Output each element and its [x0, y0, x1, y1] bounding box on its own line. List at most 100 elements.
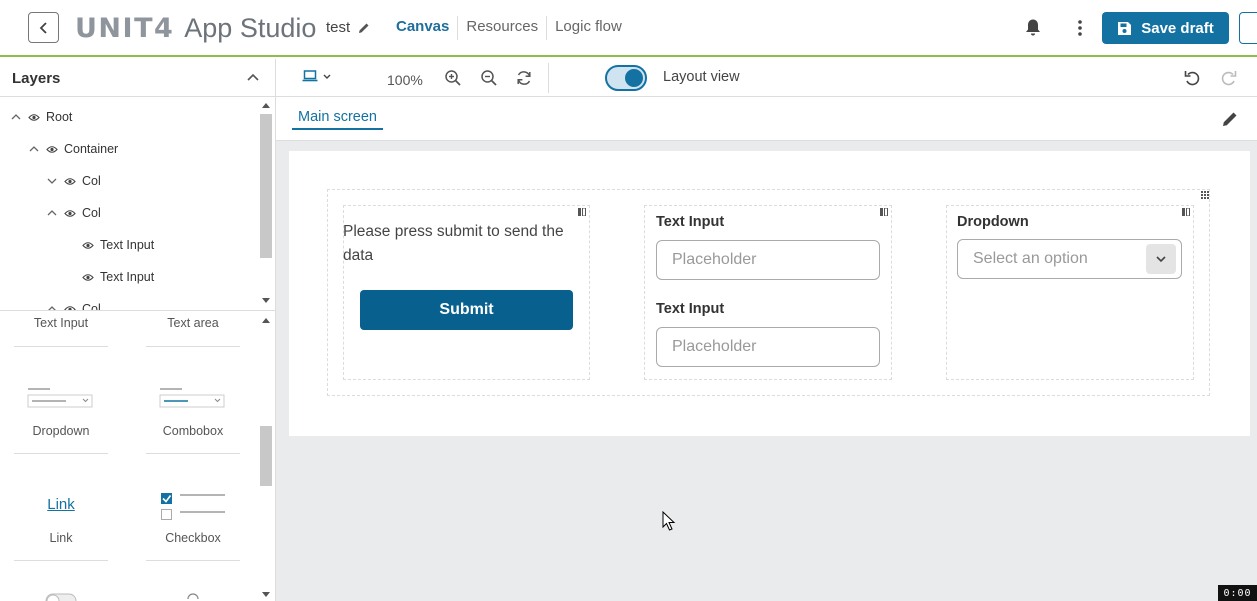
- container-row[interactable]: Please press submit to send the data Sub…: [327, 189, 1210, 396]
- scrollbar-thumb[interactable]: [260, 114, 272, 258]
- tab-canvas[interactable]: Canvas: [388, 16, 457, 40]
- tree-item-col[interactable]: Col: [46, 203, 101, 223]
- mouse-cursor-icon: [662, 511, 676, 531]
- back-button[interactable]: [28, 12, 59, 43]
- tree-item-col[interactable]: Col: [46, 299, 101, 310]
- dropdown-label: Dropdown: [957, 214, 1029, 230]
- text-input-label: Text Input: [656, 301, 725, 317]
- app-header: UNIT4 App Studio test Canvas Resources L…: [0, 0, 1257, 57]
- component-link[interactable]: Link Link: [14, 491, 108, 545]
- text-input-field[interactable]: Placeholder: [656, 327, 880, 367]
- toolbar-separator: [548, 63, 549, 93]
- component-text-input[interactable]: Text Input: [14, 316, 108, 330]
- laptop-icon: [302, 70, 318, 82]
- tab-logic-flow[interactable]: Logic flow: [546, 16, 630, 40]
- column-2[interactable]: Text Input Placeholder Text Input Placeh…: [644, 205, 892, 380]
- chevron-up-icon[interactable]: [28, 145, 40, 153]
- tree-item-label: Col: [82, 206, 101, 220]
- chevron-up-icon[interactable]: [246, 72, 260, 82]
- tree-item-col[interactable]: Col: [46, 171, 101, 191]
- screen-preview[interactable]: Please press submit to send the data Sub…: [289, 151, 1250, 436]
- bell-icon[interactable]: [1024, 18, 1042, 37]
- chevron-up-icon[interactable]: [10, 113, 22, 121]
- divider: [146, 560, 240, 561]
- zoom-in-icon[interactable]: [444, 69, 462, 87]
- more-vertical-icon[interactable]: [1074, 18, 1086, 38]
- layout-view-toggle[interactable]: [605, 65, 647, 91]
- component-checkbox[interactable]: Checkbox: [146, 491, 240, 545]
- components-scrollbar[interactable]: [259, 311, 273, 601]
- component-slider[interactable]: [146, 589, 240, 601]
- scroll-down-arrow[interactable]: [262, 592, 270, 597]
- dropdown-preview-icon: [14, 384, 108, 424]
- tab-resources[interactable]: Resources: [457, 16, 546, 40]
- screen-tabs: Main screen: [276, 97, 1257, 141]
- chevron-down-icon[interactable]: [46, 177, 58, 185]
- slider-preview-icon: [146, 589, 240, 601]
- layers-title: Layers: [12, 70, 61, 87]
- eye-icon[interactable]: [28, 113, 40, 122]
- submit-button[interactable]: Submit: [360, 290, 573, 330]
- scroll-up-arrow[interactable]: [262, 103, 270, 108]
- component-label: Text area: [167, 316, 219, 330]
- chevron-up-icon[interactable]: [46, 209, 58, 217]
- component-label: Link: [49, 531, 73, 545]
- toggle-preview-icon: [14, 589, 108, 601]
- component-text-area[interactable]: Text area: [146, 316, 240, 330]
- project-name-text: test: [326, 19, 351, 36]
- eye-icon[interactable]: [64, 209, 76, 218]
- dropdown-select[interactable]: Select an option: [957, 239, 1182, 279]
- scroll-up-arrow[interactable]: [262, 318, 270, 323]
- component-toggle[interactable]: [14, 589, 108, 601]
- device-selector[interactable]: [302, 70, 332, 82]
- component-label: Checkbox: [165, 531, 221, 545]
- eye-icon[interactable]: [64, 177, 76, 186]
- dropdown-placeholder: Select an option: [973, 250, 1088, 267]
- canvas-area[interactable]: Please press submit to send the data Sub…: [276, 141, 1257, 601]
- tree-item-root[interactable]: Root: [10, 107, 72, 127]
- eye-icon[interactable]: [46, 145, 58, 154]
- column-handle-icon[interactable]: [1182, 208, 1190, 216]
- column-3[interactable]: Dropdown Select an option: [946, 205, 1194, 380]
- header-overflow-button[interactable]: [1239, 12, 1257, 44]
- layers-scrollbar[interactable]: [259, 98, 273, 310]
- component-combobox[interactable]: Combobox: [146, 384, 240, 438]
- eye-icon[interactable]: [82, 241, 94, 250]
- tree-item-label: Root: [46, 110, 73, 124]
- tree-item-text-input[interactable]: Text Input: [82, 235, 154, 255]
- undo-icon[interactable]: [1183, 69, 1201, 87]
- project-name[interactable]: test: [326, 19, 370, 36]
- redo-icon[interactable]: [1220, 69, 1238, 87]
- pencil-icon[interactable]: [358, 22, 370, 34]
- tree-item-container[interactable]: Container: [28, 139, 118, 159]
- divider: [146, 346, 240, 347]
- floppy-disk-icon: [1117, 21, 1132, 36]
- scrollbar-thumb[interactable]: [260, 426, 272, 486]
- column-handle-icon[interactable]: [578, 208, 586, 216]
- tree-item-text-input[interactable]: Text Input: [82, 267, 154, 287]
- tree-item-label: Container: [64, 142, 119, 156]
- info-text: Please press submit to send the data: [343, 223, 564, 264]
- zoom-out-icon[interactable]: [480, 69, 498, 87]
- divider: [14, 346, 108, 347]
- layers-header: Layers: [0, 59, 275, 97]
- save-draft-button[interactable]: Save draft: [1102, 12, 1229, 44]
- brand-name: UNIT4: [75, 12, 175, 44]
- chevron-down-icon[interactable]: [1146, 244, 1176, 274]
- text-input-field[interactable]: Placeholder: [656, 240, 880, 280]
- refresh-icon[interactable]: [515, 69, 533, 87]
- eye-icon[interactable]: [82, 273, 94, 282]
- component-dropdown[interactable]: Dropdown: [14, 384, 108, 438]
- divider: [14, 453, 108, 454]
- tree-item-label: Text Input: [100, 270, 155, 284]
- column-handle-icon[interactable]: [880, 208, 888, 216]
- scroll-down-arrow[interactable]: [262, 298, 270, 303]
- column-1[interactable]: Please press submit to send the data Sub…: [343, 205, 590, 380]
- link-preview: Link: [47, 496, 75, 513]
- grid-handle-icon[interactable]: [1201, 191, 1209, 199]
- tab-main-screen[interactable]: Main screen: [292, 109, 383, 130]
- app-logo: UNIT4 App Studio: [75, 10, 316, 46]
- toggle-knob: [625, 69, 643, 87]
- component-label: Combobox: [162, 424, 224, 438]
- pencil-icon[interactable]: [1221, 110, 1239, 128]
